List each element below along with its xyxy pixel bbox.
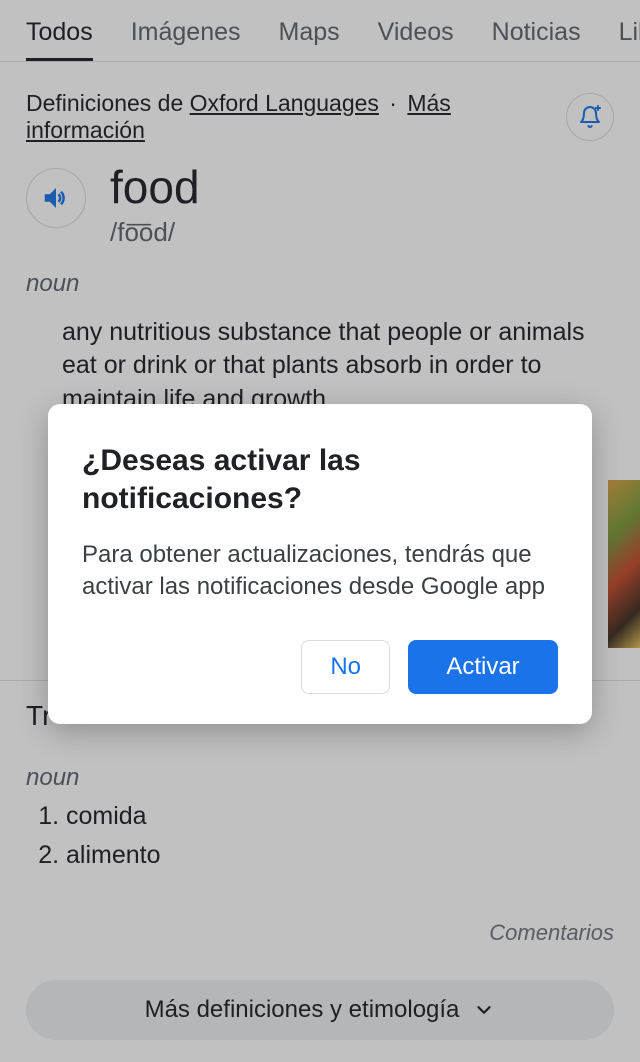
dialog-title: ¿Deseas activar las notificaciones?	[82, 442, 558, 517]
notifications-dialog: ¿Deseas activar las notificaciones? Para…	[48, 404, 592, 724]
dialog-actions: No Activar	[82, 640, 558, 694]
dialog-activate-button[interactable]: Activar	[408, 640, 558, 694]
dialog-no-button[interactable]: No	[301, 640, 390, 694]
dialog-body: Para obtener actualizaciones, tendrás qu…	[82, 539, 558, 604]
page-root: Todos Imágenes Maps Videos Noticias Lib …	[0, 0, 640, 1062]
